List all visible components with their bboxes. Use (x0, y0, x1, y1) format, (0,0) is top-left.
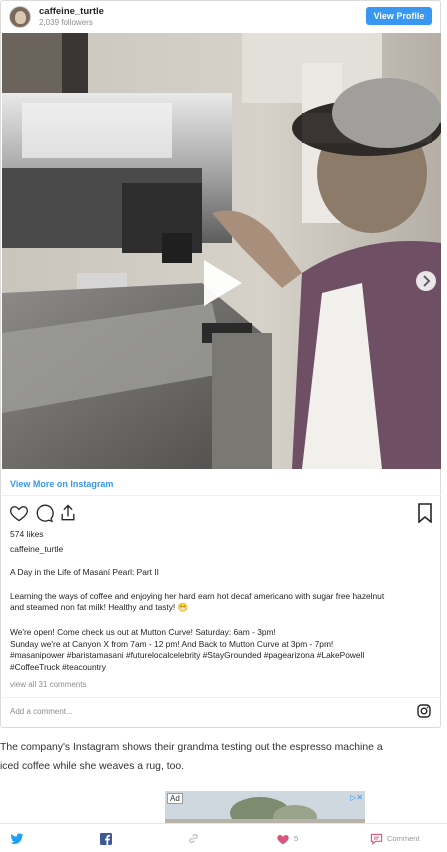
bookmark-icon[interactable] (417, 503, 433, 524)
like-count: 574 likes (10, 529, 44, 539)
like-heart-icon[interactable] (276, 832, 290, 846)
instagram-logo-icon[interactable] (417, 704, 431, 718)
heart-icon[interactable] (9, 503, 29, 523)
link-icon[interactable] (187, 832, 200, 846)
avatar[interactable] (9, 6, 31, 28)
caption-line: Learning the ways of coffee and enjoying… (10, 591, 385, 601)
share-bar: 5 Comment (0, 823, 447, 852)
caption-username[interactable]: caffeine_turtle (10, 544, 63, 554)
comment-icon[interactable] (34, 503, 54, 523)
twitter-icon[interactable] (10, 832, 24, 846)
view-all-comments-link[interactable]: view all 31 comments (10, 680, 86, 689)
comment-label[interactable]: Comment (387, 834, 420, 843)
caption-line: #masanipower #baristamasani #futurelocal… (10, 650, 365, 660)
article-line: iced coffee while she weaves a rug, too. (0, 761, 185, 772)
caption-line: We're open! Come check us out at Mutton … (10, 627, 276, 637)
ad-image (165, 791, 365, 827)
post-video[interactable] (2, 33, 441, 469)
caption-line: #CoffeeTruck #teacountry (10, 662, 106, 672)
instagram-embed: caffeine_turtle 2,039 followers View Pro… (0, 0, 441, 728)
ad-label: Ad (167, 793, 183, 804)
divider (2, 697, 441, 698)
like-count-badge: 5 (294, 834, 299, 843)
embed-header: caffeine_turtle 2,039 followers View Pro… (1, 1, 440, 33)
play-icon[interactable] (200, 258, 244, 308)
username[interactable]: caffeine_turtle (39, 6, 104, 17)
caption-line: A Day in the Life of Masaní Pearl: Part … (10, 567, 159, 577)
article-paragraph: The company's Instagram shows their gran… (0, 738, 447, 776)
add-comment-input[interactable]: Add a comment... (10, 707, 73, 716)
comment-bubble-icon[interactable] (370, 832, 383, 846)
view-more-link[interactable]: View More on Instagram (10, 479, 113, 489)
caption-line: Sunday we're at Canyon X from 7am - 12 p… (10, 639, 334, 649)
divider (2, 495, 441, 496)
ad-banner[interactable]: Ad ▷✕ (165, 791, 365, 827)
article-line: The company's Instagram shows their gran… (0, 742, 383, 753)
share-icon[interactable] (58, 503, 78, 523)
carousel-next-icon[interactable] (416, 271, 436, 291)
facebook-icon[interactable] (100, 832, 112, 846)
follower-count: 2,039 followers (39, 18, 93, 27)
ad-choices-icon[interactable]: ▷✕ (350, 793, 363, 802)
video-frame-image (2, 33, 441, 469)
caption-line: and steamed non fat milk! Healthy and ta… (10, 602, 189, 612)
view-profile-button[interactable]: View Profile (366, 7, 432, 25)
